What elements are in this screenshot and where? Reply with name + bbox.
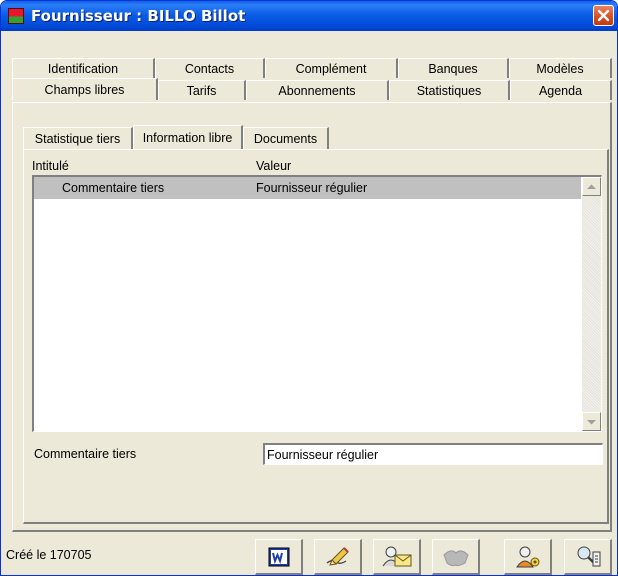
user-search-icon	[577, 546, 600, 566]
free-fields-list[interactable]: Commentaire tiers Fournisseur régulier	[32, 175, 602, 432]
arrow-up-icon	[587, 184, 596, 189]
scroll-up-button[interactable]	[582, 177, 601, 196]
email-users-icon	[382, 546, 411, 566]
list-item-intitule: Commentaire tiers	[62, 181, 165, 195]
word-button[interactable]	[255, 539, 303, 575]
tab-champs-libres[interactable]: Champs libres	[12, 78, 158, 100]
tab-statistique-tiers[interactable]: Statistique tiers	[23, 127, 133, 149]
handshake-button[interactable]	[432, 539, 480, 575]
tab-label: Statistique tiers	[34, 131, 121, 146]
title-bar[interactable]: Fournisseur : BILLO Billot	[1, 1, 617, 31]
edit-pencil-icon	[326, 546, 349, 566]
tab-documents[interactable]: Documents	[243, 127, 329, 149]
tab-label: Tarifs	[186, 84, 217, 98]
app-icon	[8, 8, 24, 24]
tab-label: Banques	[428, 62, 478, 76]
tab-information-libre[interactable]: Information libre	[133, 125, 243, 149]
tab-complement[interactable]: Complément	[265, 58, 398, 78]
list-item-valeur: Fournisseur régulier	[256, 181, 368, 195]
tab-label: Complément	[295, 62, 367, 76]
inner-tab-row: Statistique tiers Information libre Docu…	[23, 125, 329, 149]
tab-banques[interactable]: Banques	[398, 58, 509, 78]
tab-label: Agenda	[538, 84, 583, 98]
tab-label: Abonnements	[278, 84, 356, 98]
scroll-down-button[interactable]	[582, 412, 601, 431]
created-status: Créé le 170705	[6, 548, 92, 562]
tab-label: Documents	[253, 131, 318, 146]
tab-contacts[interactable]: Contacts	[155, 58, 265, 78]
email-users-button[interactable]	[373, 539, 421, 575]
tab-label: Statistiques	[416, 84, 482, 98]
tab-label: Champs libres	[44, 83, 125, 97]
tab-tarifs[interactable]: Tarifs	[158, 80, 246, 100]
edit-button[interactable]	[314, 539, 362, 575]
tab-modeles[interactable]: Modèles	[509, 58, 612, 78]
close-button[interactable]	[593, 5, 614, 26]
field-label: Commentaire tiers	[34, 447, 137, 461]
column-header-intitule[interactable]: Intitulé	[32, 159, 69, 173]
tab-label: Identification	[47, 62, 119, 76]
tab-statistiques[interactable]: Statistiques	[389, 80, 510, 100]
tab-label: Modèles	[536, 62, 584, 76]
word-icon	[268, 547, 289, 566]
user-settings-button[interactable]	[504, 539, 552, 575]
tab-label: Information libre	[142, 130, 233, 145]
comment-input[interactable]	[263, 443, 603, 465]
tab-identification[interactable]: Identification	[12, 58, 155, 78]
user-search-button[interactable]	[564, 539, 612, 575]
tab-agenda[interactable]: Agenda	[510, 80, 612, 100]
tab-row-top: Identification Contacts Complément Banqu…	[12, 58, 612, 78]
arrow-down-icon	[587, 419, 596, 424]
close-icon	[597, 9, 610, 22]
vertical-scrollbar[interactable]	[582, 177, 601, 431]
supplier-window: Fournisseur : BILLO Billot Identificatio…	[0, 0, 618, 576]
window-title: Fournisseur : BILLO Billot	[31, 7, 246, 25]
column-header-valeur[interactable]: Valeur	[256, 159, 291, 173]
tab-label: Contacts	[184, 62, 235, 76]
list-item[interactable]: Commentaire tiers Fournisseur régulier	[34, 177, 581, 199]
tab-abonnements[interactable]: Abonnements	[246, 80, 389, 100]
tab-row-bottom: Champs libres Tarifs Abonnements Statist…	[12, 78, 612, 100]
handshake-icon	[442, 549, 469, 566]
user-settings-icon	[515, 546, 539, 567]
